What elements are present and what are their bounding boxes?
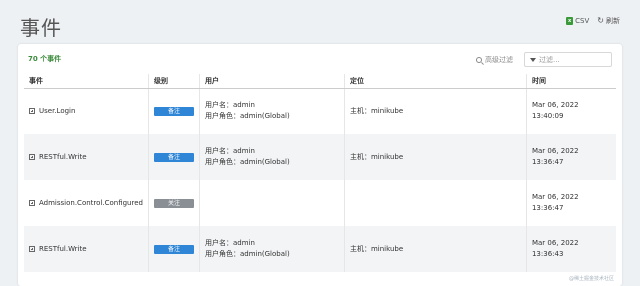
user-cell: 用户名：admin 用户角色：admin(Global) — [199, 226, 345, 272]
events-table: 事件 级别 用户 定位 时间 User.Login 备注 用户名：admin 用户… — [24, 74, 616, 272]
table-row[interactable]: User.Login 备注 用户名：admin 用户角色：admin(Global… — [24, 88, 616, 134]
level-badge: 备注 — [153, 106, 194, 116]
expand-icon[interactable] — [29, 200, 35, 206]
level-cell: 备注 — [148, 88, 200, 134]
page-title: 事件 — [20, 16, 62, 40]
column-header-event[interactable]: 事件 — [24, 74, 149, 89]
event-name: User.Login — [39, 106, 76, 115]
filter-input[interactable]: 过滤... — [524, 52, 612, 67]
location-cell — [344, 180, 527, 226]
event-count: 70 个事件 — [28, 55, 62, 63]
expand-icon[interactable] — [29, 108, 35, 115]
user-role: 用户角色：admin(Global) — [204, 112, 290, 121]
watermark: @稀土掘金技术社区 — [568, 276, 614, 282]
events-panel: 70 个事件 高级过滤 过滤... 事件 级别 用户 定位 时间 User.Lo… — [18, 44, 622, 286]
event-cell: Admission.Control.Configured — [24, 180, 149, 226]
user-cell — [199, 180, 345, 226]
event-name: Admission.Control.Configured — [39, 198, 143, 207]
event-name: RESTful.Write — [39, 152, 87, 161]
advanced-filter-link[interactable]: 高级过滤 — [476, 55, 513, 65]
user-cell: 用户名：admin 用户角色：admin(Global) — [199, 88, 345, 134]
level-badge: 关注 — [153, 198, 194, 208]
expand-icon[interactable] — [29, 246, 35, 252]
filter-icon — [530, 57, 536, 62]
table-row[interactable]: RESTful.Write 备注 用户名：admin 用户角色：admin(Glo… — [24, 134, 616, 180]
time-cell: Mar 06, 2022 13:40:09 — [531, 101, 579, 121]
refresh-label: 刷新 — [606, 17, 620, 25]
level-cell: 备注 — [148, 226, 200, 272]
user-role: 用户角色：admin(Global) — [204, 158, 290, 166]
time-cell: Mar 06, 2022 13:36:47 — [531, 147, 579, 166]
top-actions: x CSV ↻ 刷新 — [566, 16, 620, 26]
location-cell: 主机：minikube — [344, 134, 527, 180]
user-cell: 用户名：admin 用户角色：admin(Global) — [199, 134, 345, 180]
user-name: 用户名：admin — [204, 239, 255, 247]
user-name: 用户名：admin — [204, 101, 255, 110]
advanced-filter-label: 高级过滤 — [485, 56, 513, 64]
location-cell: 主机：minikube — [344, 88, 527, 134]
user-role: 用户角色：admin(Global) — [204, 250, 290, 258]
export-csv-button[interactable]: x CSV — [566, 17, 589, 25]
level-cell: 关注 — [148, 180, 200, 226]
expand-icon[interactable] — [29, 154, 35, 160]
table-header-row: 事件 级别 用户 定位 时间 — [24, 74, 616, 89]
event-cell: User.Login — [24, 88, 149, 134]
event-cell: RESTful.Write — [24, 134, 149, 180]
column-header-user[interactable]: 用户 — [199, 74, 345, 89]
time-cell: Mar 06, 2022 13:36:43 — [531, 239, 579, 258]
location-cell: 主机：minikube — [344, 226, 527, 272]
user-name: 用户名：admin — [204, 147, 255, 155]
refresh-button[interactable]: ↻ 刷新 — [597, 16, 620, 26]
refresh-icon: ↻ — [597, 16, 604, 25]
table-row[interactable]: Admission.Control.Configured 关注 Mar 06, … — [24, 180, 616, 226]
event-cell: RESTful.Write — [24, 226, 149, 272]
level-badge: 备注 — [153, 244, 194, 254]
search-icon — [476, 57, 482, 63]
csv-file-icon: x — [566, 17, 574, 25]
column-header-time[interactable]: 时间 — [526, 74, 616, 89]
event-name: RESTful.Write — [39, 244, 87, 253]
level-cell: 备注 — [148, 134, 200, 180]
csv-label: CSV — [575, 17, 590, 25]
column-header-location[interactable]: 定位 — [344, 74, 527, 89]
table-row[interactable]: RESTful.Write 备注 用户名：admin 用户角色：admin(Glo… — [24, 226, 616, 272]
level-badge: 备注 — [153, 152, 194, 162]
column-header-level[interactable]: 级别 — [148, 74, 200, 89]
filter-placeholder: 过滤... — [539, 55, 560, 64]
time-cell: Mar 06, 2022 13:36:47 — [531, 193, 579, 212]
